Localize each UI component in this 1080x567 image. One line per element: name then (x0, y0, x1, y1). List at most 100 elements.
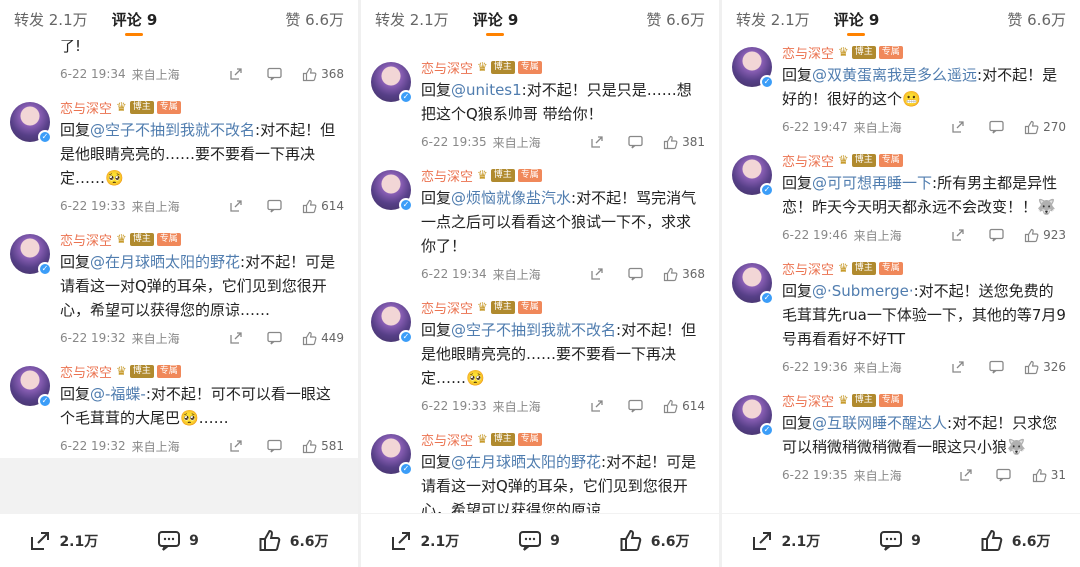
comment-icon[interactable] (266, 438, 282, 454)
comment-list[interactable]: 了! 6-22 19:34 来自上海 368 ✓ 恋与深空 ♛ 博主 专属 回复@空子… (0, 40, 358, 513)
like-button[interactable]: 6.6万 (619, 529, 690, 553)
comment-icon[interactable] (988, 359, 1004, 375)
author-name[interactable]: 恋与深空 (421, 58, 473, 77)
avatar[interactable]: ✓ (371, 170, 413, 212)
like-button[interactable]: 270 (1024, 120, 1066, 135)
avatar[interactable]: ✓ (732, 47, 774, 89)
tab-like[interactable]: 赞 6.6万 (285, 0, 344, 40)
avatar[interactable]: ✓ (732, 395, 774, 437)
comment-text: 回复@在月球晒太阳的野花:对不起！可是请看这一对Q弹的耳朵，它们见到您很开心，希… (421, 453, 697, 513)
share-icon[interactable] (589, 398, 605, 414)
author-name[interactable]: 恋与深空 (782, 43, 834, 62)
like-button[interactable]: 6.6万 (258, 529, 329, 553)
comment-list[interactable]: ✓ 恋与深空 ♛ 博主 专属 回复@unites1:对不起！只是只是……想把这个Q狼系… (361, 40, 719, 513)
author-name[interactable]: 恋与深空 (782, 391, 834, 410)
tab-comment[interactable]: 评论 9 (112, 0, 157, 40)
repost-button[interactable]: 2.1万 (390, 530, 459, 552)
share-icon[interactable] (228, 438, 244, 454)
like-button[interactable]: 614 (663, 399, 705, 414)
author-name[interactable]: 恋与深空 (421, 298, 473, 317)
share-icon[interactable] (589, 266, 605, 282)
comment-time: 6-22 19:32 (60, 331, 126, 345)
exclusive-badge: 专属 (156, 100, 181, 114)
comment-text: 了! (60, 40, 82, 55)
author-name[interactable]: 恋与深空 (60, 230, 112, 249)
comment-location: 来自上海 (492, 135, 541, 150)
like-button[interactable]: 614 (302, 199, 344, 214)
mention-link[interactable]: @unites1 (451, 81, 522, 99)
share-icon[interactable] (228, 330, 244, 346)
share-icon[interactable] (950, 359, 966, 375)
like-button[interactable]: 581 (302, 439, 344, 454)
tab-repost[interactable]: 转发 2.1万 (14, 0, 88, 40)
avatar[interactable]: ✓ (10, 234, 52, 276)
mention-link[interactable]: @互联网睡不醒达人 (812, 414, 947, 432)
comment-icon[interactable] (627, 398, 643, 414)
like-button[interactable]: 31 (1032, 468, 1066, 483)
author-name[interactable]: 恋与深空 (421, 166, 473, 185)
mention-link[interactable]: @-福蝶- (90, 385, 146, 403)
tab-repost[interactable]: 转发 2.1万 (375, 0, 449, 40)
mention-link[interactable]: @在月球晒太阳的野花 (90, 253, 240, 271)
avatar[interactable]: ✓ (10, 366, 52, 408)
tab-like[interactable]: 赞 6.6万 (646, 0, 705, 40)
comment-button[interactable]: 9 (518, 530, 560, 552)
comment-icon[interactable] (266, 66, 282, 82)
like-button[interactable]: 923 (1024, 228, 1066, 243)
avatar[interactable]: ✓ (371, 302, 413, 344)
comment-icon[interactable] (996, 467, 1012, 483)
avatar[interactable]: ✓ (10, 102, 52, 144)
share-icon[interactable] (228, 66, 244, 82)
mention-link[interactable]: @·Submerge· (812, 282, 914, 300)
like-button[interactable]: 6.6万 (980, 529, 1051, 553)
like-button[interactable]: 368 (663, 267, 705, 282)
share-icon[interactable] (228, 198, 244, 214)
like-button[interactable]: 326 (1024, 360, 1066, 375)
list-item: 6-22 19:34 来自上海 368 (0, 58, 358, 90)
tab-like[interactable]: 赞 6.6万 (1007, 0, 1066, 40)
like-button[interactable]: 449 (302, 331, 344, 346)
crown-icon: ♛ (838, 45, 849, 59)
mention-link[interactable]: @双黄蛋离我是多么遥远 (812, 66, 977, 84)
avatar[interactable]: ✓ (732, 155, 774, 197)
share-icon[interactable] (950, 227, 966, 243)
exclusive-badge: 专属 (517, 432, 542, 446)
like-button[interactable]: 368 (302, 67, 344, 82)
share-icon[interactable] (950, 119, 966, 135)
mention-link[interactable]: @空子不抽到我就不改名 (451, 321, 616, 339)
comment-icon[interactable] (988, 227, 1004, 243)
comment-icon[interactable] (627, 266, 643, 282)
avatar[interactable]: ✓ (732, 263, 774, 305)
comment-icon[interactable] (627, 134, 643, 150)
comment-list[interactable]: ✓ 恋与深空 ♛ 博主 专属 回复@双黄蛋离我是多么遥远:对不起！是好的！很好的这个😬… (722, 40, 1080, 513)
comment-location: 来自上海 (853, 228, 902, 243)
comment-location: 来自上海 (853, 360, 902, 375)
repost-button[interactable]: 2.1万 (751, 530, 820, 552)
avatar[interactable]: ✓ (371, 434, 413, 476)
comment-icon[interactable] (988, 119, 1004, 135)
comment-icon[interactable] (266, 198, 282, 214)
mention-link[interactable]: @在月球晒太阳的野花 (451, 453, 601, 471)
author-name[interactable]: 恋与深空 (421, 430, 473, 449)
avatar[interactable]: ✓ (371, 62, 413, 104)
share-icon[interactable] (589, 134, 605, 150)
comment-icon[interactable] (266, 330, 282, 346)
repost-button[interactable]: 2.1万 (29, 530, 98, 552)
tab-comment[interactable]: 评论 9 (473, 0, 518, 40)
comment-button[interactable]: 9 (879, 530, 921, 552)
mention-link[interactable]: @烦恼就像盐汽水 (451, 189, 571, 207)
author-name[interactable]: 恋与深空 (782, 259, 834, 278)
comment-time: 6-22 19:33 (60, 199, 126, 213)
like-button[interactable]: 381 (663, 135, 705, 150)
author-name[interactable]: 恋与深空 (782, 151, 834, 170)
tab-bar: 转发 2.1万 评论 9 赞 6.6万 (361, 0, 719, 40)
mention-link[interactable]: @可可想再睡一下 (812, 174, 932, 192)
author-name[interactable]: 恋与深空 (60, 98, 112, 117)
mention-link[interactable]: @空子不抽到我就不改名 (90, 121, 255, 139)
tab-comment[interactable]: 评论 9 (834, 0, 879, 40)
share-icon[interactable] (958, 467, 974, 483)
comment-button[interactable]: 9 (157, 530, 199, 552)
tab-repost[interactable]: 转发 2.1万 (736, 0, 810, 40)
verified-icon: ✓ (760, 75, 774, 89)
author-name[interactable]: 恋与深空 (60, 362, 112, 381)
